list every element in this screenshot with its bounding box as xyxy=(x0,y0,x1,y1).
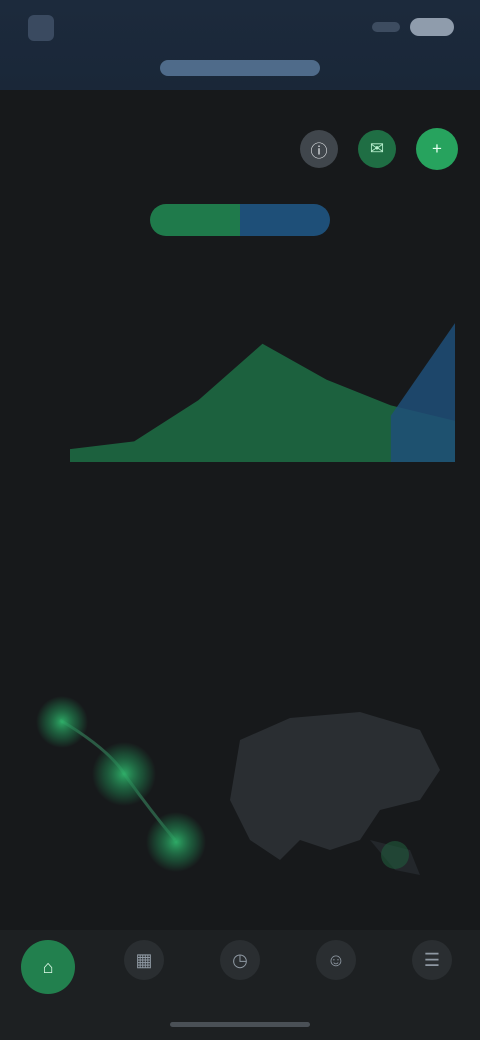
signal-icon xyxy=(372,22,400,32)
nav-item-history[interactable]: ◷ xyxy=(200,940,280,988)
stat-item xyxy=(10,530,110,600)
map-svg xyxy=(36,696,440,875)
stats-row xyxy=(0,530,480,600)
info-button[interactable]: ⓘ xyxy=(300,130,338,168)
header-actions: ⓘ ✉ + xyxy=(300,128,458,170)
home-icon: ⌂ xyxy=(21,940,75,994)
stat-item xyxy=(370,530,470,600)
status-row xyxy=(0,8,480,48)
nav-item-profile[interactable]: ☺ xyxy=(296,940,376,988)
person-icon: ☺ xyxy=(316,940,356,980)
nav-item-grid[interactable]: ▦ xyxy=(104,940,184,988)
landmass-shape xyxy=(230,712,440,860)
status-icons xyxy=(372,18,454,36)
header-card: ⓘ ✉ + xyxy=(0,100,480,250)
series-area-2 xyxy=(390,323,455,462)
stat-item xyxy=(130,530,230,600)
summary-section xyxy=(0,604,480,694)
map-marker-end[interactable] xyxy=(146,812,206,872)
clock-icon: ◷ xyxy=(220,940,260,980)
map-illustration[interactable] xyxy=(0,690,480,920)
nav-item-home[interactable]: ⌂ xyxy=(8,940,88,998)
top-bar xyxy=(0,0,480,90)
chat-button[interactable]: ✉ xyxy=(358,130,396,168)
chart-svg xyxy=(70,323,455,462)
tab-active[interactable] xyxy=(160,60,320,76)
segment-option-second[interactable] xyxy=(240,204,330,236)
logo-mark-icon xyxy=(28,15,54,41)
segment-control xyxy=(150,204,330,236)
map-marker-region[interactable] xyxy=(381,841,409,869)
tab-strip xyxy=(150,56,330,82)
chat-icon: ✉ xyxy=(369,139,385,158)
add-icon: + xyxy=(432,139,442,158)
info-icon: ⓘ xyxy=(310,141,328,161)
grid-icon: ▦ xyxy=(124,940,164,980)
app-logo[interactable] xyxy=(28,14,124,42)
map-marker-middle[interactable] xyxy=(92,742,156,806)
home-indicator[interactable] xyxy=(170,1022,310,1027)
menu-icon: ☰ xyxy=(412,940,452,980)
nav-item-menu[interactable]: ☰ xyxy=(392,940,472,988)
segment-option-first[interactable] xyxy=(150,204,240,236)
activity-chart xyxy=(0,262,480,512)
battery-icon xyxy=(410,18,454,36)
map-marker-start[interactable] xyxy=(36,696,88,748)
app-screen: ⓘ ✉ + ⌂ ▦ ◷ ☺ ☰ xyxy=(0,0,480,1040)
stat-item xyxy=(250,530,350,600)
add-button[interactable]: + xyxy=(416,128,458,170)
